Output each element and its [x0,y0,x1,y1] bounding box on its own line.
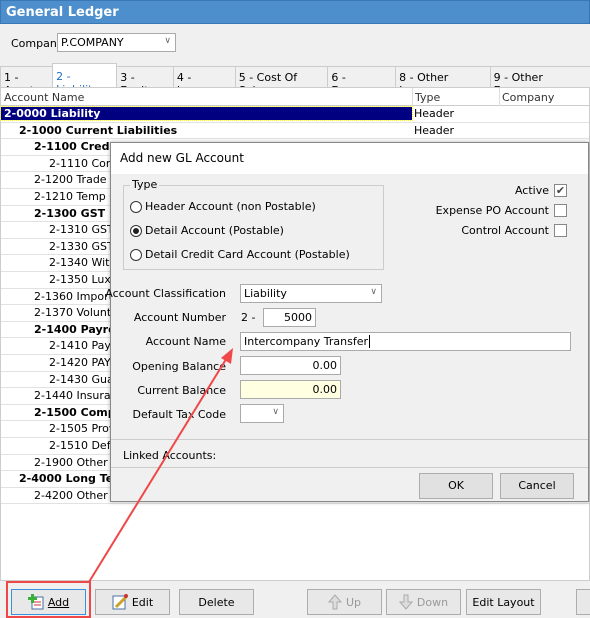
annotation-arrow [88,355,229,583]
arrowhead-icon [221,348,233,364]
highlight-box [6,581,91,618]
annotation-overlay [6,348,233,618]
